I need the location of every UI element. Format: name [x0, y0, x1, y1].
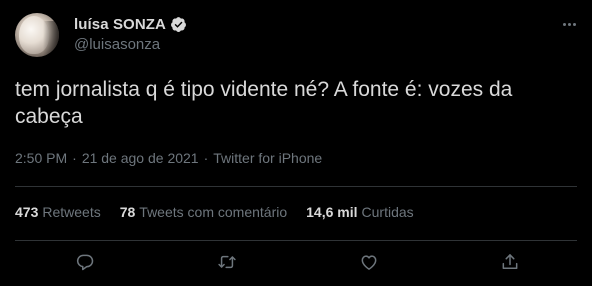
tweet-source[interactable]: Twitter for iPhone [213, 150, 322, 166]
reply-button[interactable] [71, 248, 99, 276]
divider [15, 240, 577, 241]
like-icon [361, 255, 377, 270]
like-button[interactable] [355, 248, 383, 276]
tweet-meta: 2:50 PM · 21 de ago de 2021 · Twitter for iP… [15, 150, 322, 166]
share-button[interactable] [496, 248, 524, 276]
tweet-card: luísa SONZA @luisasonza tem jornalista q… [0, 0, 592, 286]
meta-separator: · [203, 150, 209, 166]
retweet-button[interactable] [213, 248, 241, 276]
avatar[interactable] [15, 13, 59, 57]
more-options-icon[interactable] [557, 14, 581, 34]
verified-badge-icon [170, 16, 187, 33]
stat-count: 473 [15, 204, 39, 220]
quote-tweets-stat[interactable]: 78 Tweets com comentário [120, 204, 287, 220]
stat-label: Tweets com comentário [139, 204, 288, 220]
retweets-stat[interactable]: 473 Retweets [15, 204, 101, 220]
meta-separator: · [72, 150, 77, 166]
stat-label: Curtidas [361, 204, 414, 220]
share-icon [502, 254, 518, 269]
likes-stat[interactable]: 14,6 mil Curtidas [306, 204, 414, 220]
author-handle[interactable]: @luisasonza [74, 36, 160, 53]
tweet-time[interactable]: 2:50 PM [15, 150, 67, 166]
reply-icon [76, 254, 94, 271]
avatar-shade [43, 21, 59, 57]
tweet-stats: 473 Retweets 78 Tweets com comentário 14… [15, 204, 433, 220]
tweet-date[interactable]: 21 de ago de 2021 [82, 150, 199, 166]
author-display-name[interactable]: luísa SONZA [74, 16, 166, 33]
divider [15, 186, 577, 187]
stat-count: 78 [119, 204, 136, 220]
retweet-icon [218, 255, 236, 269]
author-name-row: luísa SONZA [74, 14, 187, 34]
stat-label: Retweets [42, 204, 101, 220]
tweet-text: tem jornalista q é tipo vidente né? A fo… [15, 78, 513, 128]
action-bar [0, 248, 592, 276]
stat-count: 14,6 mil [306, 204, 358, 220]
